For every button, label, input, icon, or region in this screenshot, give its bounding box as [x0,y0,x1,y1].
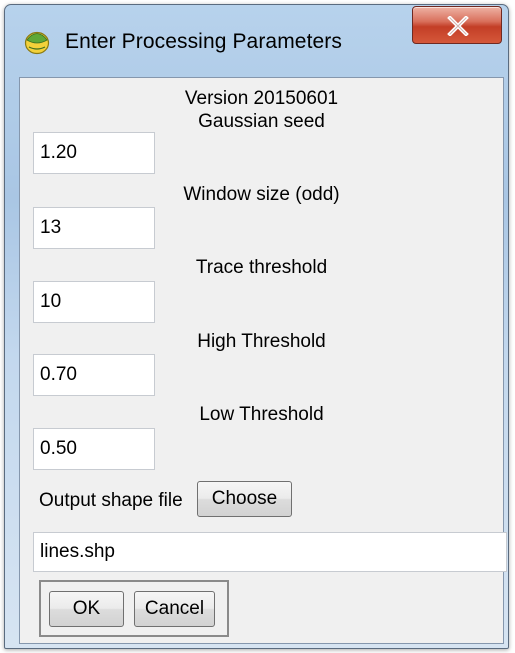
cancel-button[interactable]: Cancel [134,591,215,627]
high-threshold-label: High Threshold [197,331,326,352]
window-size-label: Window size (odd) [183,184,340,205]
low-threshold-input[interactable] [33,428,155,470]
close-button[interactable] [412,6,502,44]
version-label: Version 20150601 [184,88,339,109]
ok-button[interactable]: OK [49,591,124,627]
dialog-body: Version 20150601 Gaussian seed Window si… [19,77,507,644]
output-shape-file-label: Output shape file [39,490,183,511]
dialog-window: Enter Processing Parameters Version 2015… [4,4,509,649]
choose-button[interactable]: Choose [197,481,292,517]
window-size-input[interactable] [33,207,155,249]
window-title: Enter Processing Parameters [65,30,342,53]
trace-threshold-label: Trace threshold [195,257,328,278]
trace-threshold-input[interactable] [33,281,155,323]
gaussian-seed-input[interactable] [33,132,155,174]
gaussian-seed-label: Gaussian seed [198,111,325,132]
title-bar[interactable]: Enter Processing Parameters [5,5,508,71]
dialog-button-group: OK Cancel [39,580,229,637]
qgis-icon [24,31,50,55]
close-icon [447,16,469,36]
high-threshold-input[interactable] [33,354,155,396]
output-file-input[interactable] [33,532,507,572]
low-threshold-label: Low Threshold [199,404,324,425]
